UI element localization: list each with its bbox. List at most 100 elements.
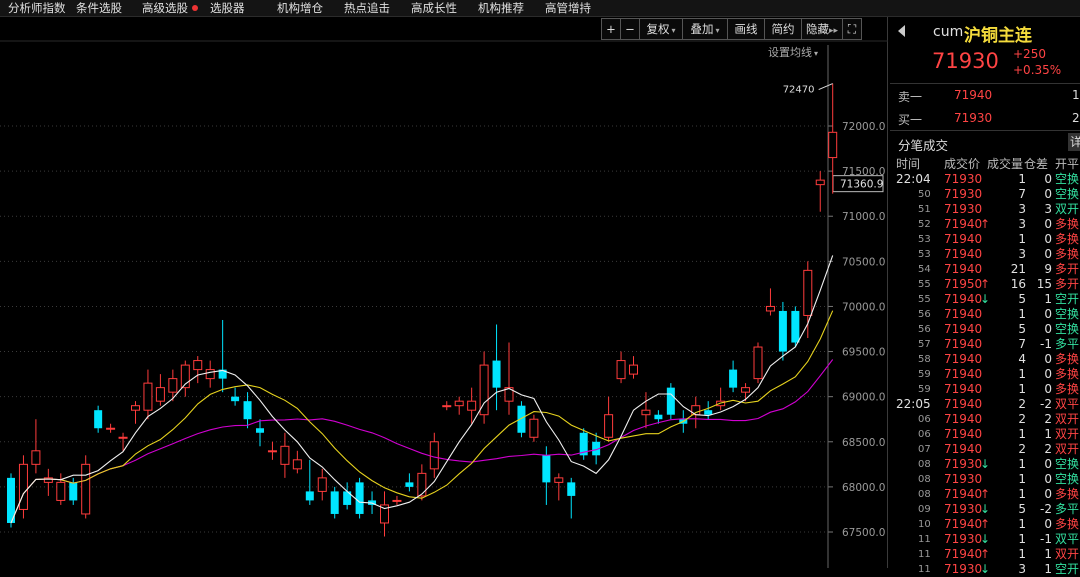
trade-diff: -2 — [1040, 502, 1052, 516]
nav-exec-increase[interactable]: 高管增持 — [545, 0, 591, 17]
candle-body — [492, 360, 501, 388]
trade-time: 58 — [918, 354, 931, 365]
nav-inst-increase[interactable]: 机构增仓 — [277, 0, 323, 17]
arrow-down-icon: ↓ — [980, 502, 991, 516]
trade-price: 71930 — [944, 172, 983, 186]
candle-body — [454, 400, 464, 407]
candle-body — [69, 482, 78, 501]
trade-time: 54 — [918, 264, 931, 275]
trade-row: 08 71940 ↑ 1 0 多换 — [890, 487, 1080, 502]
candle-body — [666, 387, 675, 415]
trade-volume: 4 — [1018, 352, 1026, 366]
trade-volume: 1 — [1018, 547, 1026, 561]
trade-row: 51 71930 3 3 双开 — [890, 202, 1080, 217]
candle-body — [292, 459, 302, 470]
trade-price: 71930 — [944, 502, 983, 516]
trade-volume: 5 — [1018, 502, 1026, 516]
candle-body — [429, 441, 439, 470]
trades-header-row: 时间 成交价 成交量 仓差 开平 — [890, 155, 1080, 171]
ma-settings-dropdown[interactable]: 设置均线 ▾ — [768, 44, 818, 60]
trade-time: 11 — [918, 564, 931, 575]
trade-diff: 0 — [1044, 187, 1052, 201]
trades-detail-button[interactable]: 详 — [1068, 133, 1080, 151]
candle-body — [267, 450, 277, 453]
trade-time: 50 — [918, 189, 931, 200]
simple-mode-button[interactable]: 简约 — [764, 18, 802, 40]
draw-line-button[interactable]: 画线 — [727, 18, 765, 40]
expand-icon[interactable]: ⛶ — [842, 18, 862, 40]
candle-body — [143, 382, 153, 411]
nav-analyst-index[interactable]: 分析师指数 — [8, 0, 66, 17]
candle-body — [417, 472, 427, 497]
trade-price: 71940 — [944, 397, 983, 411]
trade-diff: 2 — [1044, 412, 1052, 426]
nav-advanced-select[interactable]: 高级选股 — [142, 0, 198, 17]
price-axis: 72000.071500.071000.070500.070000.069500… — [0, 40, 888, 568]
trade-diff: 1 — [1044, 427, 1052, 441]
kline-chart-panel[interactable]: 72000.0 71500.0 71000.0 70500.0 70000.0 69500… — [0, 17, 888, 568]
trade-time: 06 — [918, 429, 931, 440]
nav-inst-recommend[interactable]: 机构推荐 — [478, 0, 524, 17]
trade-type: 多换 — [1055, 517, 1080, 531]
trade-diff: -1 — [1040, 337, 1052, 351]
candle-body — [155, 387, 165, 402]
trade-type: 多换 — [1055, 487, 1080, 501]
trade-type: 空换 — [1055, 472, 1080, 486]
trade-time: 08 — [918, 489, 931, 500]
arrow-up-icon: ↑ — [980, 487, 991, 501]
trade-volume: 2 — [1018, 412, 1026, 426]
trade-volume: 16 — [1010, 277, 1026, 291]
candle-body — [243, 401, 252, 420]
candle-body — [442, 405, 452, 408]
trade-volume: 3 — [1018, 217, 1026, 231]
trade-time: 55 — [918, 279, 931, 290]
trade-type: 双开 — [1055, 427, 1080, 441]
nav-high-growth[interactable]: 高成长性 — [411, 0, 457, 17]
collapse-left-icon[interactable] — [898, 25, 905, 37]
col-time-header: 时间 — [896, 157, 921, 171]
candle-body — [765, 305, 775, 312]
candle-body — [815, 179, 825, 186]
trade-price: 71930 — [944, 202, 983, 216]
overlay-dropdown[interactable]: 叠加 ▾ — [682, 18, 728, 40]
nav-hotspot[interactable]: 热点追击 — [344, 0, 390, 17]
candle-body — [791, 310, 800, 343]
trade-volume: 1 — [1018, 517, 1026, 531]
last-price: 71930 — [932, 49, 999, 73]
trade-row: 11 71930 ↓ 3 1 空开 — [890, 562, 1080, 577]
trade-row: 57 71940 7 -1 多平 — [890, 337, 1080, 352]
trade-type: 多平 — [1055, 337, 1080, 351]
trade-row: 56 71940 5 0 空换 — [890, 322, 1080, 337]
trade-price: 71940 — [944, 382, 983, 396]
trade-time: 11 — [918, 549, 931, 560]
nav-stock-picker[interactable]: 选股器 — [210, 0, 245, 17]
divider — [890, 83, 1080, 84]
trade-diff: 1 — [1044, 562, 1052, 576]
trade-diff: 0 — [1044, 457, 1052, 471]
high-pointer-line — [818, 83, 833, 91]
trade-type: 多开 — [1055, 262, 1080, 276]
new-badge-dot — [192, 5, 198, 11]
trade-row: 58 71940 4 0 多换 — [890, 352, 1080, 367]
y-tick-label: 72000.0 — [842, 121, 885, 133]
trade-diff: 3 — [1044, 202, 1052, 216]
candle-body — [31, 450, 41, 465]
trade-row: 54 71940 21 9 多开 — [890, 262, 1080, 277]
candles-group — [7, 83, 838, 537]
fuquan-dropdown[interactable]: 复权 ▾ — [639, 18, 683, 40]
trade-price: 71940 — [944, 217, 983, 231]
trade-time: 06 — [918, 414, 931, 425]
trade-type: 双平 — [1055, 532, 1080, 546]
caret-down-icon: ▾ — [715, 26, 720, 35]
trade-type: 空换 — [1055, 322, 1080, 336]
zoom-out-button[interactable]: − — [620, 18, 640, 40]
trade-row: 08 71930 1 0 空换 — [890, 472, 1080, 487]
candle-body — [604, 414, 614, 438]
kline-chart[interactable]: 72000.071500.071000.070500.070000.069500… — [0, 17, 888, 568]
zoom-in-button[interactable]: + — [601, 18, 621, 40]
trade-price: 71940 — [944, 547, 983, 561]
candle-body — [704, 410, 713, 415]
hide-button[interactable]: 隐藏▸▸ — [801, 18, 843, 40]
nav-condition-select[interactable]: 条件选股 — [76, 0, 122, 17]
trade-volume: 1 — [1018, 307, 1026, 321]
